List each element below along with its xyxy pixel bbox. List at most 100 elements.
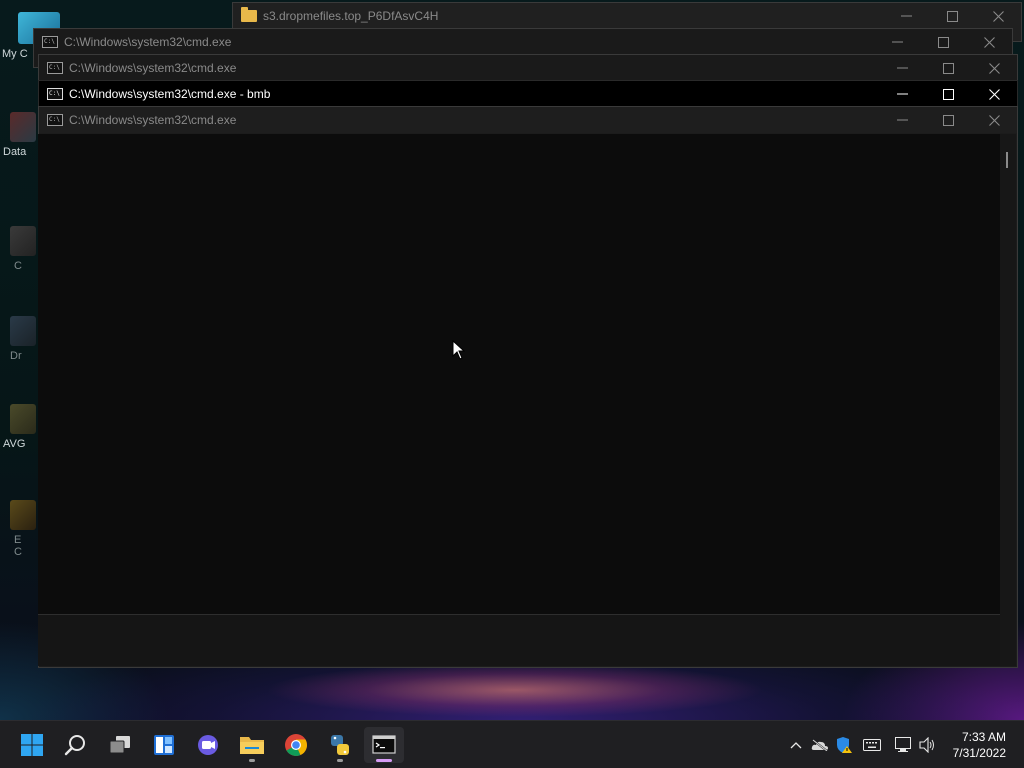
console-output-area[interactable] [38,134,1000,614]
desktop-icon-dr[interactable]: Dr [0,316,36,362]
close-button[interactable] [971,55,1017,81]
start-icon [21,734,43,756]
console-bottom-pane [38,614,1000,666]
shield-warning-icon [837,737,852,753]
shortcut-icon [10,404,36,434]
terminal-button[interactable] [364,727,404,763]
onedrive-button[interactable] [808,721,832,768]
cmd-icon: C:\ [42,36,58,48]
desktop-icon-label: AVG [3,438,26,450]
explorer-window-title: s3.dropmefiles.top_P6DfAsvC4H [263,9,439,23]
desktop-icon-label: My C [2,48,28,60]
maximize-icon [946,10,958,22]
task-view-icon [109,736,130,754]
widgets-icon [154,735,174,755]
chrome-icon [285,734,307,756]
minimize-button[interactable] [883,3,929,29]
maximize-button[interactable] [925,107,971,133]
cmd-window-1-titlebar[interactable]: C:\ C:\Windows\system32\cmd.exe [34,29,1012,55]
cmd-window-2-title: C:\Windows\system32\cmd.exe [69,61,237,75]
shortcut-icon [10,316,36,346]
cmd-window-active-titlebar[interactable]: C:\ C:\Windows\system32\cmd.exe - bmb [39,81,1017,107]
desktop-icon-ec[interactable]: E C [0,500,36,558]
shortcut-icon [10,226,36,256]
show-hidden-icons-button[interactable] [784,721,808,768]
running-indicator [249,759,255,762]
maximize-button[interactable] [925,81,971,107]
clock-time: 7:33 AM [961,730,1006,744]
speaker-icon [919,737,934,753]
close-button[interactable] [971,81,1017,107]
chevron-up-icon [790,742,802,749]
chrome-button[interactable] [276,727,316,763]
active-indicator [376,759,392,762]
maximize-icon [942,114,954,126]
maximize-icon [937,36,949,48]
maximize-button[interactable] [920,29,966,55]
network-icon [895,737,911,752]
folder-icon [241,7,257,22]
close-icon [988,62,1000,74]
minimize-icon [891,41,903,43]
minimize-icon [896,67,908,69]
clock-button[interactable]: 7:33 AM 7/31/2022 [936,729,1006,761]
shortcut-icon [10,500,36,530]
widgets-button[interactable] [144,727,184,763]
desktop-icon-data[interactable]: Data [0,112,36,158]
close-button[interactable] [975,3,1021,29]
minimize-icon [896,119,908,121]
running-indicator [337,759,343,762]
close-button[interactable] [971,107,1017,133]
minimize-icon [896,93,908,95]
desktop-icon-label: E C [14,534,22,558]
desktop-icon-label: C [14,260,22,272]
security-button[interactable] [832,721,856,768]
cmd-window-4-title: C:\Windows\system32\cmd.exe [69,113,237,127]
close-icon [983,36,995,48]
close-button[interactable] [966,29,1012,55]
maximize-icon [942,88,954,100]
cmd-window-4-titlebar[interactable]: C:\ C:\Windows\system32\cmd.exe [39,107,1017,133]
network-button[interactable] [892,721,916,768]
task-view-button[interactable] [100,727,140,763]
start-button[interactable] [12,727,52,763]
close-icon [988,114,1000,126]
input-indicator-button[interactable] [860,721,884,768]
minimize-button[interactable] [879,55,925,81]
chat-button[interactable] [188,727,228,763]
cmd-icon: C:\ [47,114,63,126]
taskbar: 7:33 AM 7/31/2022 [0,720,1024,768]
minimize-button[interactable] [879,81,925,107]
cmd-window-2-titlebar[interactable]: C:\ C:\Windows\system32\cmd.exe [39,55,1017,81]
clock-date: 7/31/2022 [952,746,1006,760]
desktop-icon-label: Dr [10,350,22,362]
desktop-icon-avg[interactable]: AVG [0,404,36,450]
search-button[interactable] [56,727,96,763]
minimize-button[interactable] [874,29,920,55]
python-button[interactable] [320,727,360,763]
vertical-scrollbar[interactable] [1000,134,1016,666]
terminal-icon [372,735,396,754]
shortcut-icon [10,112,36,142]
cmd-icon: C:\ [47,62,63,74]
file-explorer-icon [240,737,264,754]
minimize-icon [900,15,912,17]
desktop-icon-c[interactable]: C [0,226,36,272]
keyboard-icon [863,739,881,751]
desktop-icon-my-computer[interactable]: My C [0,12,60,60]
maximize-button[interactable] [925,55,971,81]
maximize-button[interactable] [929,3,975,29]
minimize-button[interactable] [879,107,925,133]
cmd-window-1-title: C:\Windows\system32\cmd.exe [64,35,232,49]
search-icon [64,735,85,756]
desktop-icon-label: Data [3,146,27,158]
explorer-titlebar[interactable]: s3.dropmefiles.top_P6DfAsvC4H [233,3,1021,29]
scrollbar-thumb[interactable] [1006,152,1008,168]
cmd-window-active-title: C:\Windows\system32\cmd.exe - bmb [69,87,271,101]
mouse-cursor-icon [452,340,466,360]
maximize-icon [942,62,954,74]
close-icon [992,10,1004,22]
file-explorer-button[interactable] [232,727,272,763]
onedrive-offline-icon [811,739,828,751]
close-icon [988,88,1000,100]
